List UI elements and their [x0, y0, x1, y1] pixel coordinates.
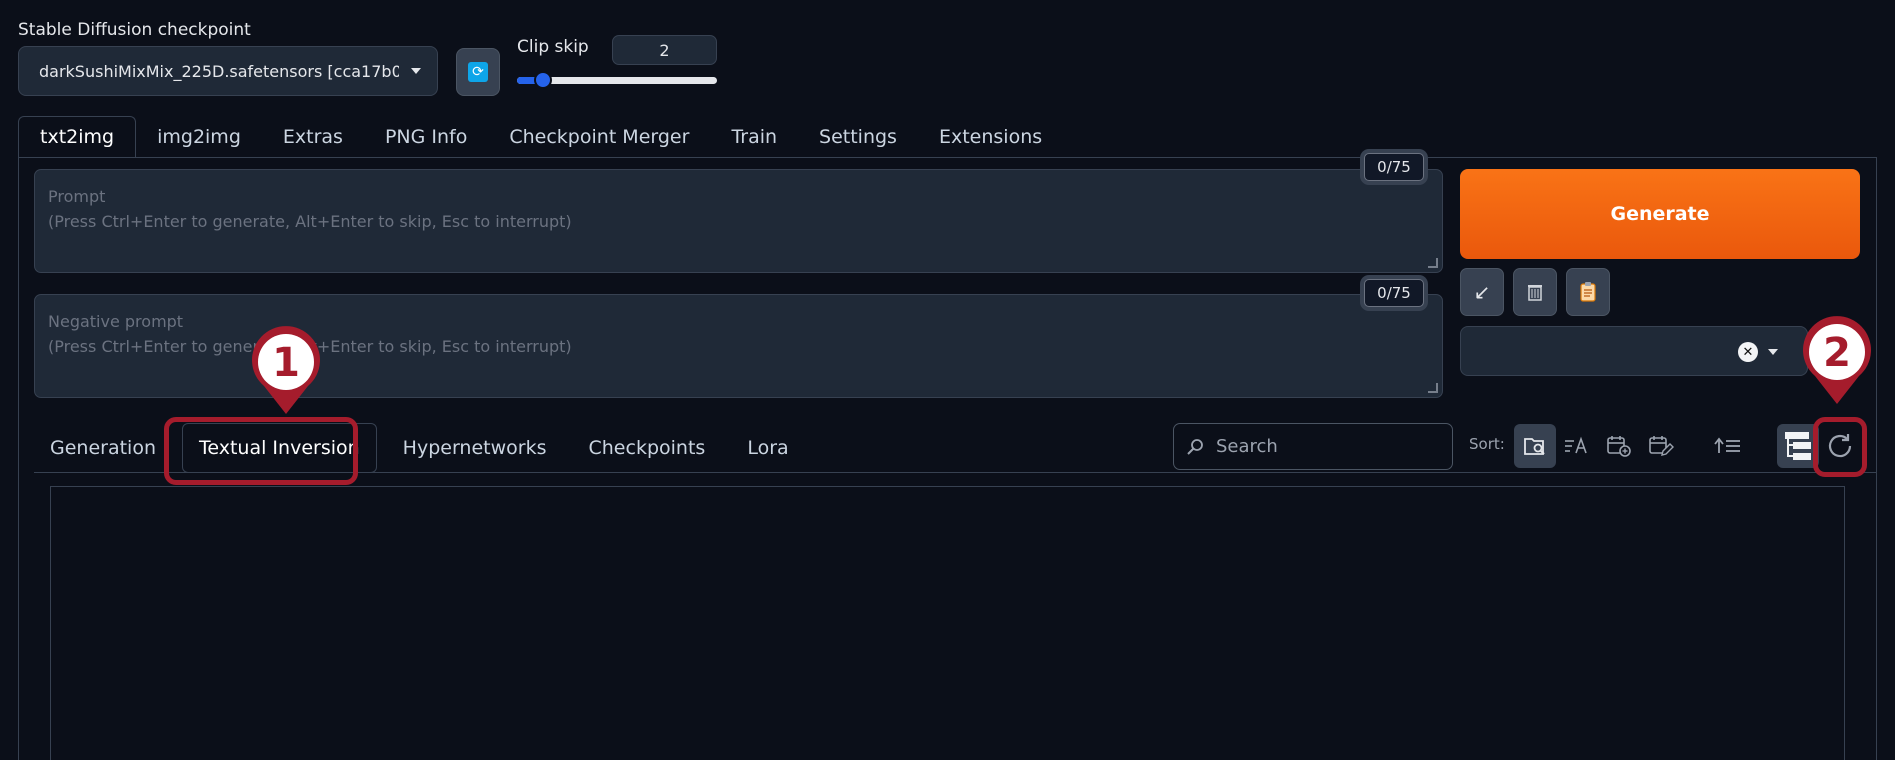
folder-search-icon	[1524, 438, 1545, 455]
refresh-checkpoint-button[interactable]: ⟳	[456, 48, 500, 96]
negative-prompt-token-counter: 0/75	[1364, 279, 1424, 307]
checkpoint-label: Stable Diffusion checkpoint	[18, 20, 251, 40]
tab-txt2img[interactable]: txt2img	[18, 116, 137, 158]
tab-train[interactable]: Train	[710, 116, 798, 158]
annotation-marker-1-label: 1	[272, 340, 300, 386]
tab-checkpoint-merger[interactable]: Checkpoint Merger	[488, 116, 710, 158]
checkpoint-value: darkSushiMixMix_225D.safetensors [cca17b…	[39, 61, 399, 81]
search-placeholder: Search	[1216, 436, 1278, 457]
sort-by-date-created-button[interactable]	[1598, 424, 1640, 468]
clear-prompt-button[interactable]	[1513, 268, 1557, 316]
annotation-marker-2-label: 2	[1823, 330, 1851, 376]
checkpoint-dropdown[interactable]: darkSushiMixMix_225D.safetensors [cca17b…	[18, 46, 438, 96]
refresh-icon: ⟳	[468, 62, 488, 82]
tab-png-info[interactable]: PNG Info	[364, 116, 488, 158]
sort-label: Sort:	[1469, 435, 1505, 453]
sort-by-path-button[interactable]	[1514, 424, 1556, 468]
arrow-down-left-icon: ↙	[1473, 280, 1491, 304]
annotation-marker-1: 1	[252, 326, 320, 414]
generate-button[interactable]: Generate	[1460, 169, 1860, 259]
tab-img2img[interactable]: img2img	[136, 116, 262, 158]
calendar-edit-icon	[1649, 436, 1674, 456]
clear-icon[interactable]: ✕	[1738, 342, 1758, 362]
calendar-add-icon	[1607, 436, 1631, 457]
extra-networks-search-input[interactable]: Search	[1173, 423, 1453, 470]
apply-style-button[interactable]	[1566, 268, 1610, 316]
styles-dropdown[interactable]: ✕	[1460, 326, 1808, 376]
sort-by-date-modified-button[interactable]	[1640, 424, 1682, 468]
tree-view-icon	[1785, 432, 1811, 460]
clip-skip-label: Clip skip	[517, 37, 589, 57]
resize-handle-icon[interactable]	[1428, 258, 1438, 268]
highlight-box-textual-inversion	[164, 417, 358, 485]
tab-hypernetworks[interactable]: Hypernetworks	[387, 423, 563, 473]
tab-settings[interactable]: Settings	[798, 116, 918, 158]
sort-alpha-icon	[1565, 436, 1587, 454]
extra-networks-cards-area	[50, 486, 1845, 760]
tab-generation[interactable]: Generation	[34, 423, 172, 473]
clip-skip-slider-thumb[interactable]	[534, 71, 552, 89]
read-params-button[interactable]: ↙	[1460, 268, 1504, 316]
main-tabs: txt2img img2img Extras PNG Info Checkpoi…	[18, 116, 1063, 158]
trash-icon	[1528, 285, 1542, 301]
sort-ascending-icon	[1714, 437, 1740, 453]
prompt-placeholder: Prompt	[48, 187, 106, 206]
chevron-down-icon	[1768, 349, 1778, 355]
prompt-textarea[interactable]: Prompt (Press Ctrl+Enter to generate, Al…	[34, 169, 1443, 273]
sort-by-name-button[interactable]	[1556, 424, 1598, 468]
prompt-placeholder-hint: (Press Ctrl+Enter to generate, Alt+Enter…	[48, 212, 572, 231]
highlight-box-refresh	[1813, 417, 1867, 477]
tab-extensions[interactable]: Extensions	[918, 116, 1063, 158]
resize-handle-icon[interactable]	[1428, 383, 1438, 393]
search-icon	[1187, 438, 1203, 455]
sort-direction-button[interactable]	[1707, 424, 1749, 468]
tab-extras[interactable]: Extras	[262, 116, 364, 158]
clipboard-icon	[1580, 282, 1596, 302]
chevron-down-icon	[411, 68, 421, 74]
tab-lora[interactable]: Lora	[731, 423, 804, 473]
prompt-token-counter: 0/75	[1364, 153, 1424, 181]
extra-networks-tabs: Generation Textual Inversion Hypernetwor…	[34, 423, 805, 473]
clip-skip-number-input[interactable]: 2	[612, 35, 717, 65]
tab-checkpoints[interactable]: Checkpoints	[573, 423, 722, 473]
annotation-marker-2: 2	[1803, 316, 1871, 404]
